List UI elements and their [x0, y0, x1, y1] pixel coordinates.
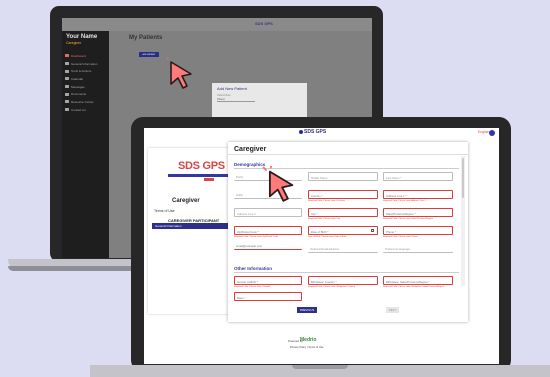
- dashboard-icon: [65, 54, 69, 58]
- calendar-icon[interactable]: [371, 229, 374, 232]
- back-sidebar-nav: Dashboard General Information Tools & Ac…: [65, 52, 107, 114]
- avatar-icon[interactable]: [489, 129, 495, 136]
- email-input[interactable]: email@example.com: [234, 241, 302, 250]
- sidebar-item-tools[interactable]: Tools & Actions: [65, 67, 107, 75]
- preferred-language-select[interactable]: Preferred Language: [383, 244, 453, 253]
- folder-icon: [65, 92, 69, 96]
- form-title: Caregiver: [234, 146, 267, 153]
- gender-select[interactable]: Gender At Birth *: [234, 276, 302, 285]
- steps-title: Caregiver: [172, 198, 200, 204]
- sidebar-item-general-information[interactable]: General Information: [65, 60, 107, 68]
- previous-button[interactable]: PREVIOUS: [297, 307, 317, 313]
- sidebar-item-contact-us[interactable]: Contact Us: [65, 106, 107, 114]
- sidebar-item-dashboard[interactable]: Dashboard: [65, 52, 107, 60]
- race-select[interactable]: Race *: [234, 292, 302, 301]
- modal-field-label: Patient Role: [217, 94, 231, 97]
- sidebar-item-documents[interactable]: Documents: [65, 90, 107, 98]
- birthplace-state-hint: Required Field. Please select Birthplace…: [383, 286, 445, 288]
- page-title: My Patients: [129, 35, 163, 41]
- footer-links[interactable]: Privacy Policy | Terms of Use: [290, 346, 324, 349]
- country-hint: Required Field. Please select Country: [308, 200, 345, 202]
- zip-code-input[interactable]: Zip/Postal Code *: [234, 226, 302, 235]
- brand-logo: SDS GPS: [178, 160, 225, 172]
- address-line-2-input[interactable]: Address Line 2: [234, 208, 302, 217]
- book-icon: [65, 100, 69, 104]
- front-logo: SDS GPS: [299, 129, 326, 135]
- gender-hint: Required Field. Please select Gender: [234, 286, 271, 288]
- date-of-birth-input[interactable]: Date of Birth *: [308, 226, 378, 235]
- alternate-email-input[interactable]: Optional Email Address: [308, 244, 378, 253]
- user-name: Your Name: [66, 34, 98, 40]
- date-of-birth-hint: Date of Birth. Please enter Date of Birt…: [308, 236, 347, 238]
- section-divider: [234, 272, 459, 273]
- tools-icon: [65, 69, 69, 73]
- sidebar-item-calendar[interactable]: Calendar: [65, 75, 107, 83]
- section-other-information: Other Information: [234, 266, 272, 271]
- calendar-icon: [65, 77, 69, 81]
- country-select[interactable]: Country *: [308, 190, 378, 199]
- pointer-cursor-icon: [262, 166, 294, 202]
- city-hint: Required Field. Please enter City: [308, 218, 341, 220]
- brand-accent: [204, 178, 214, 181]
- address-line-1-hint: Required Field. Please enter Address Lin…: [383, 200, 426, 202]
- middle-name-input[interactable]: Middle Name: [308, 172, 378, 181]
- language-selector[interactable]: English: [478, 130, 489, 134]
- form-divider: [228, 154, 468, 155]
- back-logo: SDS GPS: [255, 21, 273, 26]
- birthplace-state-select[interactable]: Birthplace: State/Province/Region *: [383, 276, 453, 285]
- patient-role-select[interactable]: Patient: [217, 98, 255, 102]
- back-sidebar: Your Name Caregiver Dashboard General In…: [62, 31, 109, 258]
- city-input[interactable]: City *: [308, 208, 378, 217]
- front-laptop-screen: SDS GPS English SDS GPS Caregiver Terms …: [144, 128, 499, 364]
- pointer-cursor-icon: [166, 58, 192, 89]
- vendor-logo: Medrio: [300, 337, 317, 343]
- last-name-input[interactable]: Last Name *: [383, 172, 453, 181]
- zip-code-hint: Required Field. Please enter Zip/Postal …: [234, 236, 278, 238]
- front-laptop-notch: [292, 365, 348, 369]
- state-select[interactable]: State/Province/Region *: [383, 208, 453, 217]
- phone-input[interactable]: Phone *: [383, 226, 453, 235]
- phone-icon: [65, 108, 69, 112]
- brand-underline: [168, 174, 230, 177]
- user-subtitle: Caregiver: [66, 41, 82, 45]
- globe-icon: [299, 130, 303, 134]
- sidebar-item-resource-center[interactable]: Resource Center: [65, 98, 107, 106]
- state-hint: Required Field. Please enter State/Provi…: [383, 218, 434, 220]
- birthplace-country-hint: Required Field. Please select Birthplace…: [308, 286, 356, 288]
- add-patient-button[interactable]: ADD PATIENT: [139, 52, 159, 57]
- info-icon: [65, 62, 69, 66]
- next-button[interactable]: NEXT: [386, 307, 399, 313]
- envelope-icon: [65, 85, 69, 89]
- section-demographics: Demographics: [234, 162, 266, 167]
- form-scrollbar-thumb[interactable]: [462, 158, 464, 198]
- phone-hint: Required Field. Please enter Phone: [383, 236, 418, 238]
- address-line-1-input[interactable]: Address Line 1 *: [383, 190, 453, 199]
- modal-title: Add New Patient: [217, 86, 247, 91]
- step-terms-of-use[interactable]: Terms of Use: [154, 209, 175, 213]
- sidebar-item-messages[interactable]: Messages: [65, 83, 107, 91]
- back-topbar: SDS GPS: [62, 18, 372, 31]
- birthplace-country-select[interactable]: Birthplace: Country *: [308, 276, 378, 285]
